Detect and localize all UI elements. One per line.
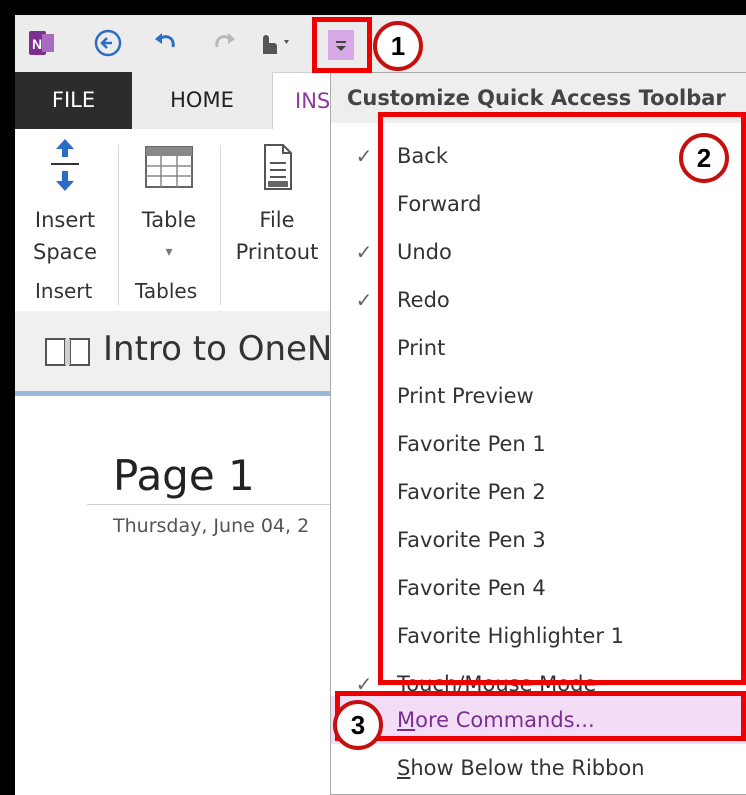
section-title[interactable]: Intro to OneN: [103, 329, 332, 369]
insert-space-button[interactable]: Insert Space: [29, 135, 101, 268]
annotation-box-1: [312, 17, 372, 73]
page-date: Thursday, June 04, 2: [113, 515, 310, 537]
svg-text:N: N: [32, 36, 42, 52]
access-key: S: [397, 756, 411, 780]
checkmark-icon: [352, 516, 376, 564]
menu-item-show-below-ribbon[interactable]: Show Below the Ribbon: [331, 744, 746, 792]
annotation-box-2: [378, 112, 746, 685]
annotation-box-3: [335, 691, 746, 741]
tab-home[interactable]: HOME: [132, 72, 272, 129]
ribbon-separator: [118, 145, 119, 305]
insert-space-label-1: Insert: [34, 208, 96, 232]
redo-icon[interactable]: [209, 28, 237, 56]
table-button[interactable]: Table ▾: [127, 135, 211, 268]
annotation-badge-1: 1: [373, 21, 423, 71]
onenote-window: N FILE HOME INS Insert Space Table ▾ Fil…: [15, 15, 746, 795]
touch-mode-icon[interactable]: [255, 28, 295, 56]
insert-space-icon: [51, 139, 79, 191]
table-label: Table: [141, 208, 197, 232]
ribbon-separator: [220, 145, 221, 305]
undo-icon[interactable]: [151, 28, 179, 56]
tab-file[interactable]: FILE: [15, 72, 132, 129]
checkmark-icon: ✓: [355, 288, 373, 312]
file-printout-label-1: File: [259, 208, 295, 232]
table-dropdown-arrow: ▾: [165, 244, 173, 260]
back-icon[interactable]: [93, 28, 122, 57]
checkmark-icon: [352, 420, 376, 468]
checkmark-icon: [352, 372, 376, 420]
checkmark-icon: [352, 612, 376, 660]
group-label-tables: Tables: [135, 279, 198, 303]
checkmark-icon: ✓: [355, 240, 373, 264]
label-rest: how Below the Ribbon: [410, 756, 645, 780]
file-printout-button[interactable]: File Printout: [227, 135, 327, 268]
checkmark-icon: ✓: [355, 144, 373, 168]
annotation-badge-2: 2: [679, 133, 729, 183]
file-printout-label-2: Printout: [235, 240, 319, 264]
onenote-logo-icon: N: [27, 28, 55, 56]
group-label-insert: Insert: [35, 279, 93, 303]
checkmark-icon: [352, 180, 376, 228]
menu-item-label: Show Below the Ribbon: [397, 744, 645, 792]
insert-space-label-2: Space: [33, 240, 97, 264]
file-printout-icon: [264, 144, 292, 190]
checkmark-icon: [352, 324, 376, 372]
checkmark-icon: [352, 468, 376, 516]
notebook-icon: [43, 335, 93, 373]
page-title[interactable]: Page 1: [113, 451, 255, 500]
table-icon: [145, 146, 193, 188]
annotation-badge-3: 3: [333, 700, 383, 750]
checkmark-icon: [352, 564, 376, 612]
